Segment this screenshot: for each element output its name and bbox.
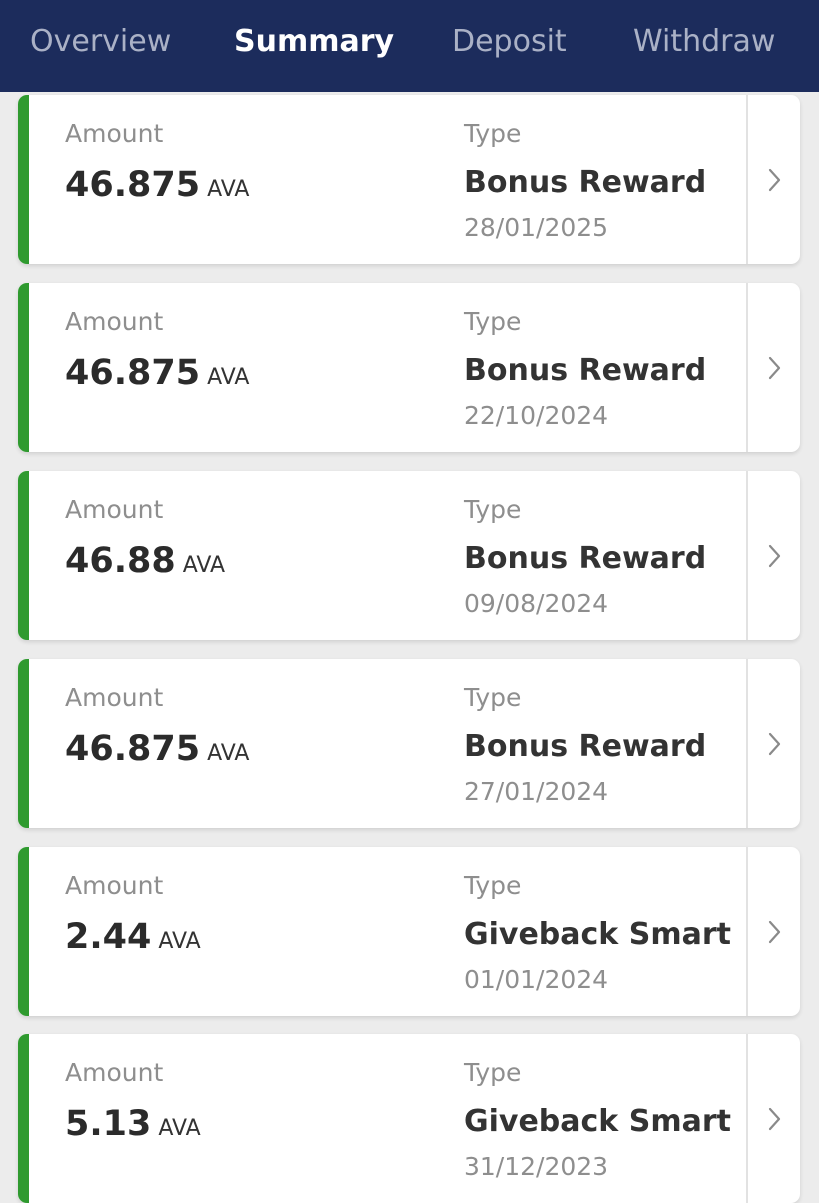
card-divider [746,95,748,264]
amount-row: 2.44 AVA [65,915,201,965]
chevron-right-icon[interactable] [762,1105,786,1133]
chevron-right-icon[interactable] [762,354,786,382]
amount-value: 46.875 [65,353,201,393]
amount-unit: AVA [158,929,201,954]
type-label: Type [464,1058,522,1087]
amount-label: Amount [65,871,164,900]
amount-unit: AVA [182,553,226,578]
card-divider [746,659,748,828]
amount-value: 5.13 [65,1104,152,1144]
status-accent-bar [18,847,29,1016]
amount-label: Amount [65,307,164,336]
type-value: Giveback Smart [464,1104,731,1139]
date-value: 31/12/2023 [464,1152,609,1181]
amount-label: Amount [65,683,164,712]
transaction-card[interactable]: Amount 46.88 AVA Type Bonus Reward 09/08/… [18,471,800,640]
amount-unit: AVA [158,1116,201,1141]
card-divider [746,283,748,452]
type-label: Type [464,871,522,900]
type-value: Giveback Smart [464,917,731,952]
tab-overview[interactable]: Overview [30,22,171,62]
transaction-card[interactable]: Amount 46.875 AVA Type Bonus Reward 22/10… [18,283,800,452]
amount-row: 46.875 AVA [65,351,249,401]
type-value: Bonus Reward [464,541,707,576]
chevron-right-icon[interactable] [762,918,786,946]
tab-withdraw[interactable]: Withdraw [633,22,775,62]
amount-value: 46.875 [65,729,201,769]
amount-unit: AVA [207,365,250,390]
amount-unit: AVA [207,741,250,766]
tab-deposit[interactable]: Deposit [452,22,567,62]
chevron-right-icon[interactable] [762,166,786,194]
date-value: 01/01/2024 [464,965,609,994]
status-accent-bar [18,283,29,452]
chevron-right-icon[interactable] [762,730,786,758]
amount-row: 46.875 AVA [65,163,249,213]
amount-value: 46.875 [65,165,201,205]
tab-bar: Overview Summary Deposit Withdraw [0,0,819,92]
amount-row: 5.13 AVA [65,1102,201,1152]
status-accent-bar [18,95,29,264]
date-value: 22/10/2024 [464,401,609,430]
type-label: Type [464,495,522,524]
transaction-card[interactable]: Amount 46.875 AVA Type Bonus Reward 28/01… [18,95,800,264]
amount-unit: AVA [207,177,250,202]
chevron-right-icon[interactable] [762,542,786,570]
card-divider [746,1034,748,1203]
amount-row: 46.875 AVA [65,727,249,777]
amount-label: Amount [65,495,164,524]
date-value: 27/01/2024 [464,777,609,806]
amount-label: Amount [65,119,164,148]
amount-row: 46.88 AVA [65,539,225,589]
type-value: Bonus Reward [464,165,707,200]
transaction-card[interactable]: Amount 5.13 AVA Type Giveback Smart 31/12… [18,1034,800,1203]
status-accent-bar [18,471,29,640]
amount-value: 2.44 [65,917,152,957]
amount-value: 46.88 [65,541,176,581]
transaction-list: Amount 46.875 AVA Type Bonus Reward 28/01… [0,0,819,1203]
type-value: Bonus Reward [464,353,707,388]
status-accent-bar [18,1034,29,1203]
date-value: 28/01/2025 [464,213,609,242]
date-value: 09/08/2024 [464,589,609,618]
type-value: Bonus Reward [464,729,707,764]
tab-summary[interactable]: Summary [234,22,394,62]
card-divider [746,847,748,1016]
transaction-card[interactable]: Amount 2.44 AVA Type Giveback Smart 01/01… [18,847,800,1016]
type-label: Type [464,683,522,712]
transaction-card[interactable]: Amount 46.875 AVA Type Bonus Reward 27/01… [18,659,800,828]
status-accent-bar [18,659,29,828]
type-label: Type [464,307,522,336]
card-divider [746,471,748,640]
amount-label: Amount [65,1058,164,1087]
type-label: Type [464,119,522,148]
